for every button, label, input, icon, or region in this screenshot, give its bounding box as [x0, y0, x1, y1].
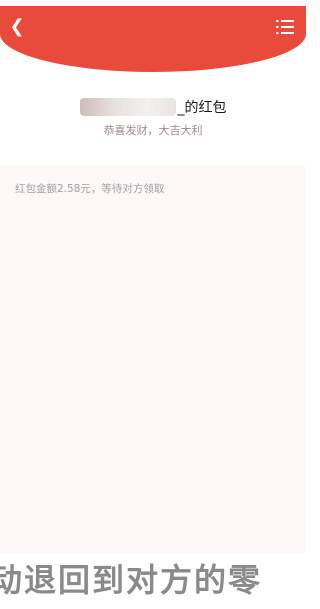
content-area	[0, 166, 306, 553]
menu-button[interactable]	[276, 19, 294, 35]
red-packet-detail-screen: ❮ _的红包 恭喜发财，大吉大利 红包金额2.58元，等待对方领取 动退回到对方…	[0, 0, 306, 609]
packet-title-suffix: _的红包	[177, 100, 227, 116]
chevron-left-icon: ❮	[9, 16, 25, 37]
video-caption-bar: 动退回到对方的零	[0, 553, 306, 609]
blurred-sender-name	[79, 98, 176, 116]
red-header: ❮	[0, 6, 306, 72]
list-icon	[276, 20, 294, 34]
packet-status-text: 红包金额2.58元，等待对方领取	[15, 183, 165, 195]
caption-text: 动退回到对方的零	[0, 561, 263, 599]
packet-blessing: 恭喜发财，大吉大利	[103, 124, 203, 137]
packet-title: _的红包	[0, 96, 306, 118]
back-button[interactable]: ❮	[6, 16, 28, 38]
